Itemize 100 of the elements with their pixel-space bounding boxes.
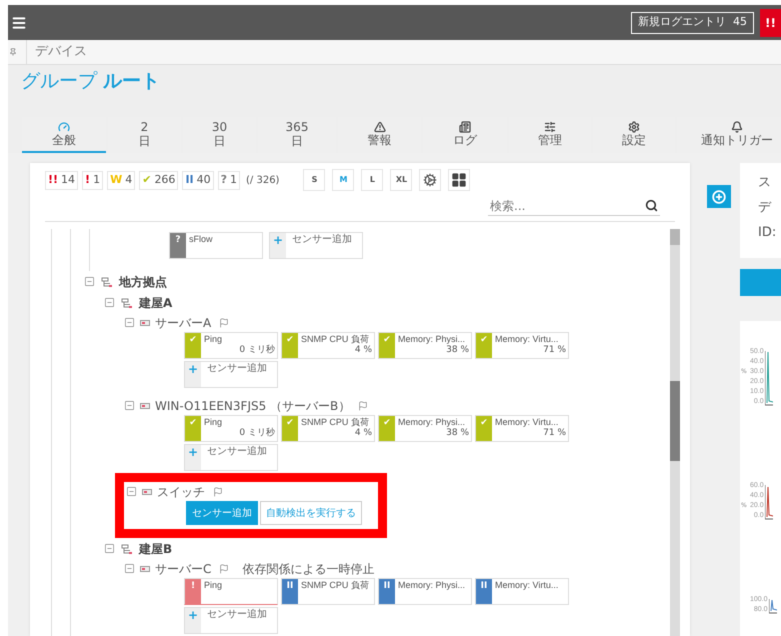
status-symbol: ✔ xyxy=(282,333,298,358)
sensor-name: Memory: Virtu... xyxy=(495,579,560,591)
sensor-tile[interactable]: ✔ Memory: Virtu... 71 % xyxy=(475,332,569,359)
flag-icon[interactable] xyxy=(358,400,368,410)
sensor-tile[interactable]: II Memory: Virtu... xyxy=(475,578,569,605)
plus-symbol: + xyxy=(185,445,201,470)
collapse-icon[interactable] xyxy=(126,486,137,497)
count-value: 1 xyxy=(230,172,238,188)
add-button[interactable] xyxy=(707,185,731,208)
sensor-tile[interactable]: ? sFlow xyxy=(169,232,263,259)
sensor-tile[interactable]: II Memory: Physi... xyxy=(378,578,472,605)
group-name[interactable]: 地方拠点 xyxy=(119,272,167,290)
sensor-tile[interactable]: ✔ Memory: Virtu... 71 % xyxy=(475,415,569,442)
detail-label: ID: xyxy=(758,224,778,242)
device-icon xyxy=(140,566,150,572)
plus-symbol: + xyxy=(185,608,201,633)
status-symbol: ✔ xyxy=(185,333,201,358)
status-count[interactable]: II 40 xyxy=(182,170,214,190)
device-name[interactable]: WIN-O11EEN3FJS5 （サーバーB） xyxy=(155,396,350,414)
status-symbol: ✔ xyxy=(282,416,298,441)
size-toggle[interactable]: L xyxy=(361,169,384,191)
total-count: (/ 326) xyxy=(246,174,280,188)
sensor-name: Ping xyxy=(204,333,224,345)
sensor-value: 38 % xyxy=(446,428,469,439)
count-value: 14 xyxy=(61,172,76,188)
plus-symbol: + xyxy=(185,362,201,387)
collapse-icon[interactable] xyxy=(124,317,135,328)
status-symbol: ✔ xyxy=(476,416,492,441)
sensor-name: SNMP CPU 負荷 xyxy=(301,416,370,428)
list-icon xyxy=(459,120,471,132)
grid-view-icon[interactable] xyxy=(448,169,470,191)
sensor-tile[interactable]: ✔ Ping 0 ミリ秒 xyxy=(184,415,278,442)
collapse-icon[interactable] xyxy=(84,276,95,287)
new-log-entries-button[interactable]: 新規ログエントリ 45 xyxy=(631,12,754,34)
collapse-icon[interactable] xyxy=(104,543,115,554)
status-symbol: II xyxy=(282,579,298,604)
pin-icon[interactable] xyxy=(9,48,17,56)
add-sensor-button[interactable]: + センサー追加 xyxy=(184,607,278,634)
group-name[interactable]: 建屋B xyxy=(139,540,172,558)
sensor-value: 0 ミリ秒 xyxy=(239,345,275,356)
page-title: グループ ルート xyxy=(21,70,160,92)
warning-icon xyxy=(374,120,386,132)
sensor-name: Memory: Physi... xyxy=(398,416,466,428)
status-symbol: ? xyxy=(220,172,228,188)
status-symbol: ! xyxy=(85,172,90,188)
status-symbol: ✔ xyxy=(379,416,395,441)
settings-icon[interactable] xyxy=(419,169,442,191)
flag-icon[interactable] xyxy=(213,486,223,496)
search-field[interactable]: 検索... xyxy=(488,196,645,215)
sensor-value: 0 ミリ秒 xyxy=(239,428,275,439)
device-name[interactable]: サーバーA xyxy=(155,314,212,332)
sensor-tile[interactable]: ✔ Memory: Physi... 38 % xyxy=(378,415,472,442)
device-name[interactable]: サーバーC xyxy=(155,560,212,578)
sensor-name: Memory: Physi... xyxy=(398,579,466,591)
status-count[interactable]: !! 14 xyxy=(45,170,78,190)
sensor-tile[interactable]: ✔ Memory: Physi... 38 % xyxy=(378,332,472,359)
add-sensor-label: センサー追加 xyxy=(206,608,267,622)
status-symbol: ! xyxy=(185,579,201,604)
size-toggle[interactable]: S xyxy=(303,169,326,191)
sensor-value: 38 % xyxy=(446,345,469,356)
search-icon[interactable] xyxy=(645,199,658,212)
collapse-icon[interactable] xyxy=(124,563,135,574)
scrollbar[interactable] xyxy=(670,229,680,636)
device-icon xyxy=(142,488,152,494)
group-icon xyxy=(101,276,113,288)
sensor-value: 4 % xyxy=(354,345,372,356)
status-count[interactable]: ! 1 xyxy=(82,170,104,190)
flag-icon[interactable] xyxy=(219,318,230,328)
status-symbol: W xyxy=(110,172,122,188)
gauge-icon xyxy=(58,120,70,132)
alert-badge[interactable]: !! xyxy=(760,8,781,36)
menu-icon[interactable] xyxy=(11,14,27,30)
group-icon xyxy=(121,296,133,308)
status-count[interactable]: W 4 xyxy=(107,170,136,190)
breadcrumb-link[interactable]: デバイス xyxy=(35,42,87,62)
add-sensor-button[interactable]: + センサー追加 xyxy=(269,232,363,259)
add-sensor-button[interactable]: + センサー追加 xyxy=(184,444,278,471)
sensor-value: 71 % xyxy=(543,345,566,356)
sensor-tile[interactable]: ! Ping xyxy=(184,578,278,605)
sensor-name: SNMP CPU 負荷 xyxy=(301,579,370,591)
collapse-icon[interactable] xyxy=(124,400,135,411)
sensor-value: 71 % xyxy=(543,428,566,439)
sensor-name: Ping xyxy=(204,579,224,591)
status-count[interactable]: ? 1 xyxy=(218,170,240,190)
sensor-tile[interactable]: ✔ SNMP CPU 負荷 4 % xyxy=(281,415,375,442)
add-sensor-button[interactable]: + センサー追加 xyxy=(184,361,278,388)
flag-icon[interactable] xyxy=(219,564,230,574)
group-name[interactable]: 建屋A xyxy=(139,294,172,312)
add-sensor-label: センサー追加 xyxy=(206,362,267,376)
size-toggle[interactable]: XL xyxy=(390,169,412,191)
sensor-tile[interactable]: ✔ Ping 0 ミリ秒 xyxy=(184,332,278,359)
device-name[interactable]: スイッチ xyxy=(157,482,205,500)
count-value: 1 xyxy=(93,172,100,188)
status-symbol: II xyxy=(476,579,492,604)
collapse-icon[interactable] xyxy=(104,297,115,308)
sensor-tile[interactable]: ✔ SNMP CPU 負荷 4 % xyxy=(281,332,375,359)
sensor-name: sFlow xyxy=(189,233,214,245)
sensor-tile[interactable]: II SNMP CPU 負荷 xyxy=(281,578,375,605)
status-count[interactable]: ✔ 266 xyxy=(139,170,178,190)
count-value: 40 xyxy=(196,172,211,188)
